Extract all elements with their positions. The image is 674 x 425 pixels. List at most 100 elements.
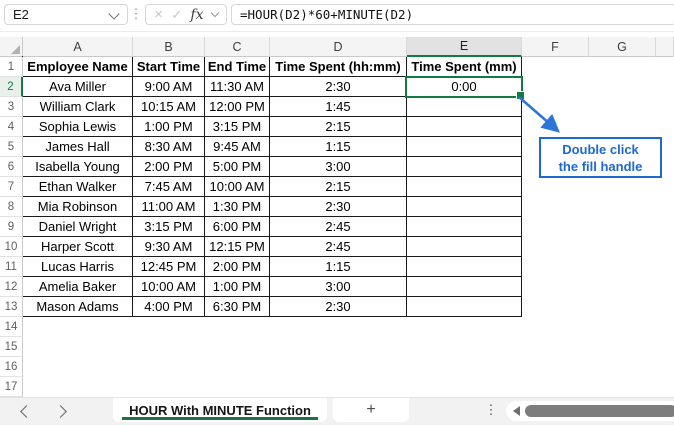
row-header-16[interactable]: 16 [0,357,23,377]
table-cell[interactable]: 11:00 AM [133,197,205,217]
row-header-9[interactable]: 9 [0,217,23,237]
table-cell[interactable]: 6:30 PM [205,297,270,317]
table-cell[interactable] [407,297,522,317]
column-header-partial[interactable] [656,37,674,57]
table-cell[interactable] [407,197,522,217]
table-cell[interactable]: Ava Miller [23,77,133,97]
table-cell[interactable]: 1:00 PM [133,117,205,137]
column-header-e[interactable]: E [407,37,522,57]
table-cell[interactable]: 2:15 [270,117,407,137]
next-sheet-chevron-icon[interactable] [54,405,67,418]
table-header-cell[interactable]: Employee Name [23,57,133,77]
row-header-6[interactable]: 6 [0,157,23,177]
prev-sheet-chevron-icon[interactable] [20,405,33,418]
row-header-14[interactable]: 14 [0,317,23,337]
table-cell[interactable]: 2:45 [270,237,407,257]
table-cell[interactable]: 9:30 AM [133,237,205,257]
table-cell[interactable]: Lucas Harris [23,257,133,277]
table-cell[interactable]: 3:00 [270,157,407,177]
column-header-a[interactable]: A [23,37,133,57]
table-cell[interactable]: 6:00 PM [205,217,270,237]
table-cell[interactable]: 8:30 AM [133,137,205,157]
table-header-cell[interactable]: Time Spent (mm) [407,57,522,77]
table-cell[interactable]: Sophia Lewis [23,117,133,137]
table-cell[interactable]: 2:45 [270,217,407,237]
table-cell[interactable]: 9:45 AM [205,137,270,157]
table-cell[interactable]: 12:00 PM [205,97,270,117]
table-cell[interactable]: 1:15 [270,137,407,157]
row-header-1[interactable]: 1 [0,57,23,77]
row-header-10[interactable]: 10 [0,237,23,257]
table-cell[interactable]: 2:00 PM [133,157,205,177]
select-all-corner[interactable] [0,37,23,57]
horizontal-scrollbar[interactable] [506,401,674,421]
name-box[interactable]: E2 [4,4,128,25]
row-header-4[interactable]: 4 [0,117,23,137]
table-cell[interactable] [407,177,522,197]
row-header-12[interactable]: 12 [0,277,23,297]
table-header-cell[interactable]: End Time [205,57,270,77]
table-cell[interactable]: 9:00 AM [133,77,205,97]
row-header-15[interactable]: 15 [0,337,23,357]
column-header-f[interactable]: F [522,37,589,57]
table-cell[interactable]: Ethan Walker [23,177,133,197]
table-cell[interactable]: 12:45 PM [133,257,205,277]
table-cell[interactable]: 3:00 [270,277,407,297]
table-cell[interactable]: 2:30 [270,77,407,97]
table-cell[interactable]: 3:15 PM [205,117,270,137]
scroll-left-arrow-icon[interactable] [513,406,520,416]
row-header-3[interactable]: 3 [0,97,23,117]
table-cell[interactable]: 12:15 PM [205,237,270,257]
table-cell[interactable]: Isabella Young [23,157,133,177]
table-cell[interactable]: 4:00 PM [133,297,205,317]
fx-chevron-down-icon[interactable] [210,8,219,18]
table-cell[interactable]: 11:30 AM [205,77,270,97]
table-cell[interactable] [407,277,522,297]
table-cell[interactable]: William Clark [23,97,133,117]
table-cell[interactable]: 3:15 PM [133,217,205,237]
table-cell[interactable]: 1:00 PM [205,277,270,297]
table-cell[interactable]: 2:15 [270,177,407,197]
table-cell[interactable]: 1:15 [270,257,407,277]
table-cell[interactable]: Mia Robinson [23,197,133,217]
table-cell[interactable]: Harper Scott [23,237,133,257]
table-cell[interactable]: James Hall [23,137,133,157]
table-cell[interactable] [407,257,522,277]
table-header-cell[interactable]: Time Spent (hh:mm) [270,57,407,77]
sheet-options-dots-icon[interactable]: ⋮ [484,398,498,422]
table-header-cell[interactable]: Start Time [133,57,205,77]
column-header-b[interactable]: B [133,37,205,57]
table-cell[interactable]: 2:00 PM [205,257,270,277]
table-cell[interactable]: Daniel Wright [23,217,133,237]
table-cell[interactable] [407,217,522,237]
table-cell[interactable] [407,157,522,177]
row-header-13[interactable]: 13 [0,297,23,317]
row-header-7[interactable]: 7 [0,177,23,197]
table-cell[interactable]: 2:30 [270,297,407,317]
table-cell[interactable]: 1:30 PM [205,197,270,217]
table-cell[interactable]: 10:00 AM [133,277,205,297]
name-box-chevron-down-icon[interactable] [108,8,120,20]
row-header-11[interactable]: 11 [0,257,23,277]
table-cell[interactable]: 2:30 [270,197,407,217]
table-cell[interactable]: Amelia Baker [23,277,133,297]
row-header-2[interactable]: 2 [0,77,23,97]
row-header-17[interactable]: 17 [0,377,23,397]
enter-icon[interactable]: ✓ [171,8,182,21]
add-sheet-button[interactable]: + [333,398,409,422]
table-cell[interactable]: 7:45 AM [133,177,205,197]
column-header-c[interactable]: C [205,37,270,57]
table-cell[interactable]: 10:15 AM [133,97,205,117]
formula-input[interactable]: =HOUR(D2)*60+MINUTE(D2) [231,4,674,25]
column-header-d[interactable]: D [270,37,407,57]
table-cell[interactable]: 1:45 [270,97,407,117]
insert-function-icon[interactable]: fx [190,8,203,22]
scrollbar-thumb[interactable] [525,405,674,417]
sheet-tab-active[interactable]: HOUR With MINUTE Function [113,398,327,422]
table-cell[interactable] [407,237,522,257]
column-header-g[interactable]: G [589,37,656,57]
row-header-5[interactable]: 5 [0,137,23,157]
row-header-8[interactable]: 8 [0,197,23,217]
table-cell[interactable]: 5:00 PM [205,157,270,177]
table-cell[interactable]: 10:00 AM [205,177,270,197]
